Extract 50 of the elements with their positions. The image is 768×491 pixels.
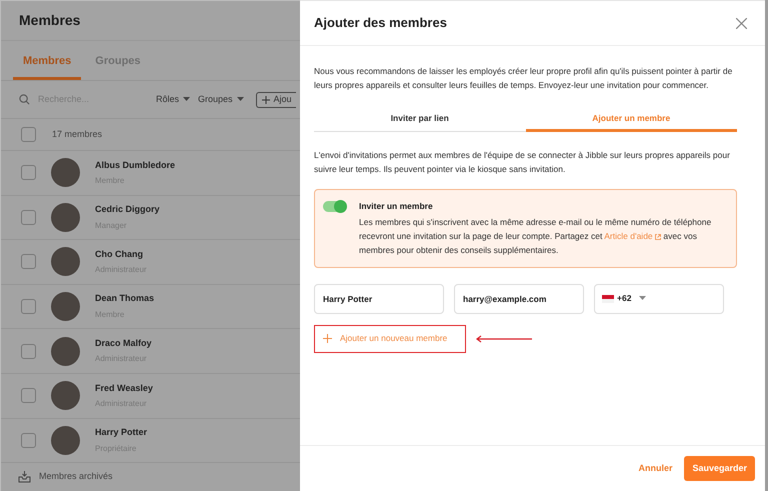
member-name: Albus Dumbledore (95, 158, 176, 172)
search-icon (19, 94, 30, 105)
checkbox[interactable] (21, 254, 36, 270)
checkbox[interactable] (21, 344, 36, 359)
drawer-title: Ajouter des membres (314, 14, 447, 32)
caret-icon (183, 97, 190, 102)
phone-field[interactable]: +62 (594, 284, 724, 314)
invite-toggle[interactable] (323, 201, 345, 212)
member-name: Cedric Diggory (95, 203, 160, 216)
filter-dropdown[interactable]: Groupes (198, 92, 244, 106)
checkbox[interactable] (21, 165, 36, 180)
member-name: Dean Thomas (95, 292, 154, 306)
avatar (51, 292, 80, 322)
close-icon[interactable] (736, 18, 747, 28)
annotation-arrow (476, 334, 532, 343)
external-link-icon (655, 234, 662, 240)
avatar (51, 336, 80, 366)
checkbox[interactable] (21, 432, 36, 448)
name-field[interactable]: Harry Potter (314, 284, 444, 314)
checkbox[interactable] (21, 388, 36, 404)
avatar (51, 247, 80, 276)
archived-members-link[interactable]: Membres archivés (39, 470, 113, 484)
avatar (51, 158, 80, 188)
member-name: Fred Weasley (95, 382, 153, 395)
checkbox[interactable] (21, 210, 36, 225)
email-field[interactable]: harry@example.com (454, 284, 584, 314)
avatar (51, 202, 80, 232)
flag-icon (602, 294, 614, 303)
checkbox[interactable] (21, 299, 36, 314)
page-title: Membres (19, 11, 80, 30)
add-button[interactable]: Ajou (256, 92, 296, 108)
filter-dropdown[interactable]: Rôles (156, 92, 190, 106)
member-name: Harry Potter (95, 426, 148, 440)
caret-icon (639, 296, 646, 302)
plus-icon (262, 96, 270, 104)
avatar (51, 381, 80, 410)
invite-text: Les membres qui s'inscrivent avec la même adresse e-mail ou le même numéro de téléphone recevront une invitation sur la page de leur compte. Partagez cet Article d'aide avec vos membres pour obtenir des conseils supplémentaires. (359, 216, 712, 257)
description-text: L'envoi d'invitations permet aux membres de l'équipe de se connecter à Jibble sur leurs propres appareils pour suivre leur temps. Ils peuvent pointer via le kiosque sans invitation. (314, 149, 731, 176)
dial-code: +62 (617, 292, 632, 306)
archive-icon (18, 471, 31, 484)
invite-title: Inviter un membre (359, 200, 434, 213)
checkbox[interactable] (21, 127, 36, 142)
tab[interactable]: Inviter par lien (314, 108, 526, 132)
member-name: Cho Chang (95, 248, 144, 261)
member-name: Draco Malfoy (95, 336, 152, 350)
avatar (51, 426, 80, 455)
plus-icon (323, 334, 332, 344)
member-count: 17 membres (52, 128, 102, 141)
caret-icon (236, 97, 244, 102)
intro-text: Nous vous recommandons de laisser les employés créer leur propre profil afin qu'ils puissent pointer à partir de leurs propres appareils et consulter leurs feuilles de temps. Envoyez-leur une invitation pour commencer. (314, 65, 734, 92)
